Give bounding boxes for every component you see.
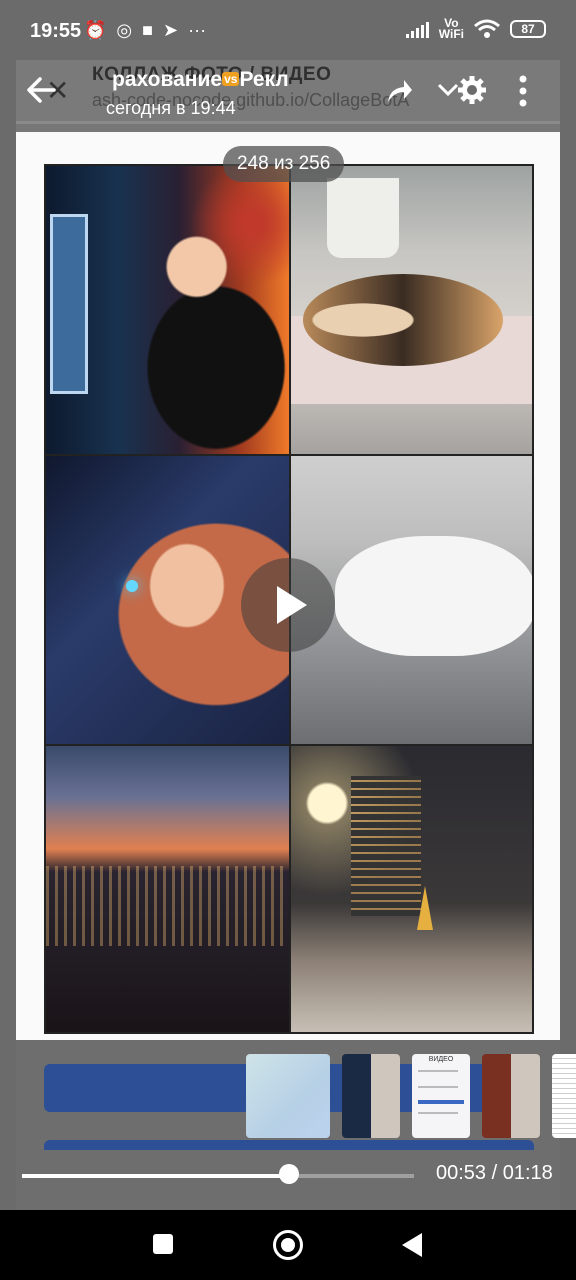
thumbnail-strip: ВИДЕО — [246, 1054, 576, 1140]
total-time: 01:18 — [502, 1162, 553, 1184]
telegram-icon: ➤ — [163, 20, 179, 40]
home-button[interactable] — [273, 1230, 303, 1260]
more-options-icon[interactable] — [518, 74, 528, 108]
status-right-icons: Vo WiFi 87 — [405, 16, 546, 41]
video-progress-handle[interactable] — [278, 1164, 299, 1184]
video-icon: ■ — [142, 20, 154, 40]
battery-indicator: 87 — [510, 20, 546, 38]
alarm-icon: ⏰ — [84, 20, 107, 40]
signal-icon — [405, 20, 429, 38]
play-button[interactable] — [241, 558, 335, 652]
wifi-icon — [474, 19, 500, 38]
status-time: 19:55 — [30, 20, 82, 42]
vs-badge: vs — [222, 72, 240, 86]
chat-title: рахование vsРекл — [112, 68, 289, 91]
notification-icons: ⏰ ◎ ■ ➤ ··· — [84, 20, 206, 41]
instagram-icon: ◎ — [116, 20, 133, 40]
video-progress-bar[interactable] — [22, 1164, 414, 1184]
status-bar: 19:55 ⏰ ◎ ■ ➤ ··· Vo WiFi 87 — [0, 0, 576, 64]
more-notifications-icon: ··· — [188, 20, 207, 40]
collage-tile-sleeping-cat — [291, 166, 532, 454]
vowifi-label: Vo WiFi — [438, 16, 464, 41]
collage-tile-city-sunset — [46, 746, 289, 1032]
media-counter: 248 из 256 — [223, 146, 345, 182]
thumbnail-current[interactable] — [246, 1054, 330, 1138]
collage-tile-night-street — [291, 746, 532, 1032]
share-icon[interactable] — [384, 76, 414, 106]
thumbnail-collage-2[interactable] — [482, 1054, 540, 1138]
system-back-button[interactable] — [402, 1233, 422, 1257]
current-time: 00:53 — [436, 1162, 487, 1184]
thumbnail-collage[interactable] — [342, 1054, 400, 1138]
thumbnail-text[interactable] — [552, 1054, 576, 1138]
thumbnail-document[interactable]: ВИДЕО — [412, 1054, 470, 1138]
collage-tile-woman-headphones — [46, 166, 289, 454]
post-date: сегодня в 19:44 — [106, 98, 236, 118]
video-time: 00:53 / 01:18 — [436, 1162, 553, 1184]
screen: ✕ КОЛЛАЖ ФОТО / ВИДЕО ash-code-nocode.gi… — [0, 0, 576, 1280]
viewer-top-bar: рахование vsРекл сегодня в 19:44 — [0, 62, 576, 122]
back-arrow-icon[interactable] — [24, 72, 60, 108]
secondary-button — [44, 1140, 534, 1150]
gear-icon[interactable] — [456, 74, 488, 106]
video-progress-fill — [22, 1174, 289, 1178]
recents-button[interactable] — [153, 1234, 173, 1254]
system-nav-bar — [0, 1210, 576, 1280]
